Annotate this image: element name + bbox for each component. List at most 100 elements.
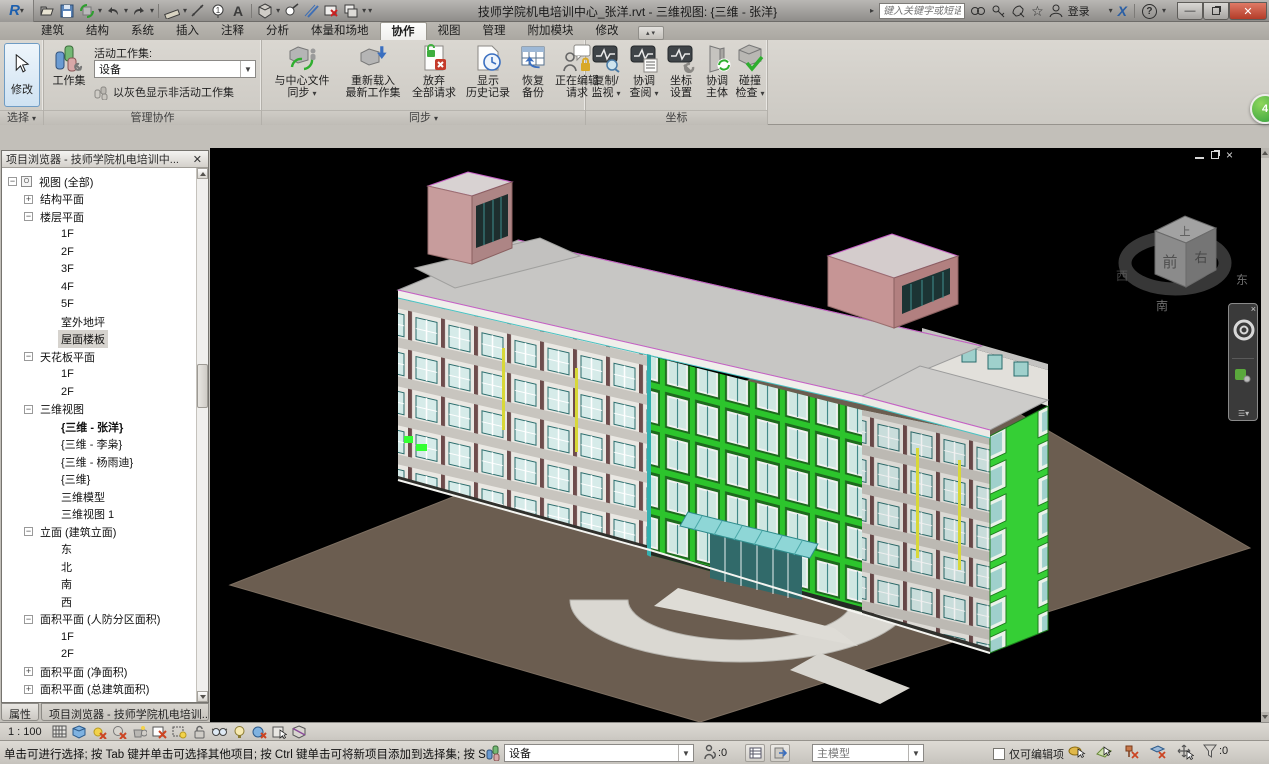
expand-icon[interactable]: + xyxy=(24,195,33,204)
notification-badge[interactable]: 4 xyxy=(1250,94,1269,124)
active-workset-dropdown[interactable]: 设备 ▼ xyxy=(94,60,256,78)
editable-only-checkbox[interactable]: 仅可编辑项 xyxy=(993,746,1064,762)
tree-item[interactable]: 三维模型 xyxy=(2,488,196,506)
navbar-menu-icon[interactable]: ☰▾ xyxy=(1238,409,1249,418)
panel-sync-label[interactable]: 同步 ▾ xyxy=(262,110,585,125)
tree-item[interactable]: −天花板平面 xyxy=(2,348,196,366)
scrollbar-thumb[interactable] xyxy=(197,364,208,408)
tree-item[interactable]: +面积平面 (净面积) xyxy=(2,663,196,681)
analytical-model-icon[interactable] xyxy=(291,724,308,739)
crop-view-icon[interactable] xyxy=(151,724,168,739)
navbar-close-icon[interactable]: × xyxy=(1251,304,1256,314)
selection-filter-button[interactable]: :0 xyxy=(1203,744,1228,758)
select-by-face-toggle[interactable] xyxy=(1149,744,1167,760)
worksets-dialog-button[interactable] xyxy=(745,744,765,762)
view-close-icon[interactable]: × xyxy=(1226,150,1233,160)
shadows-icon[interactable] xyxy=(111,724,128,739)
tree-item[interactable]: −O视图 (全部) xyxy=(2,173,196,191)
section-button[interactable] xyxy=(282,2,300,20)
sun-path-icon[interactable] xyxy=(91,724,108,739)
copy-monitor-button[interactable]: 复制/ 监视 ▾ xyxy=(588,43,624,99)
tab-architecture[interactable]: 建筑 xyxy=(30,22,75,40)
collapse-icon[interactable]: − xyxy=(24,352,33,361)
customize-qat-icon[interactable]: ▾ xyxy=(368,7,372,15)
model-3d-view[interactable]: 上 前 右 西 南 东 xyxy=(210,148,1261,722)
browser-tree[interactable]: −O视图 (全部)+结构平面−楼层平面1F2F3F4F5F室外地坪屋面楼板−天花… xyxy=(2,168,196,702)
undo-button[interactable] xyxy=(104,2,122,20)
text-button[interactable]: A xyxy=(229,2,247,20)
sync-with-central-button[interactable] xyxy=(78,2,96,20)
expand-icon[interactable]: + xyxy=(24,667,33,676)
close-hidden-windows-button[interactable] xyxy=(322,2,340,20)
collapse-icon[interactable]: − xyxy=(24,615,33,624)
chevron-down-icon[interactable]: ▾ xyxy=(150,7,154,15)
tab-view[interactable]: 视图 xyxy=(427,22,472,40)
lock-3d-view-icon[interactable] xyxy=(191,724,208,739)
view-cube[interactable]: 上 前 右 西 南 东 xyxy=(1116,216,1248,313)
rendering-dialog-icon[interactable] xyxy=(131,724,148,739)
tree-item[interactable]: {三维} xyxy=(2,471,196,489)
navigation-bar[interactable]: × ☰▾ xyxy=(1228,303,1258,421)
browser-scrollbar[interactable] xyxy=(196,168,208,702)
close-icon[interactable]: ✕ xyxy=(191,153,204,166)
exchange-apps-icon[interactable]: X xyxy=(1118,3,1127,19)
zoom-tool-icon[interactable] xyxy=(1234,366,1252,387)
show-history-button[interactable]: 显示 历史记录 xyxy=(462,43,514,99)
scroll-up-icon[interactable] xyxy=(197,168,208,179)
default-3d-view-button[interactable] xyxy=(256,2,274,20)
tree-item[interactable]: 1F xyxy=(2,366,196,384)
sign-in-label[interactable]: 登录 xyxy=(1068,3,1090,19)
close-button[interactable]: ✕ xyxy=(1229,2,1267,20)
tree-item[interactable]: 2F xyxy=(2,243,196,261)
scroll-up-icon[interactable] xyxy=(1261,148,1269,158)
tree-item[interactable]: −立面 (建筑立面) xyxy=(2,523,196,541)
chevron-down-icon[interactable]: ▾ xyxy=(276,7,280,15)
collapse-icon[interactable]: − xyxy=(24,527,33,536)
tab-structure[interactable]: 结构 xyxy=(75,22,120,40)
temporary-hide-isolate-icon[interactable] xyxy=(211,724,228,739)
expand-icon[interactable]: + xyxy=(24,685,33,694)
help-icon[interactable]: ? xyxy=(1142,4,1157,19)
save-button[interactable] xyxy=(58,2,76,20)
sign-in-person-icon[interactable] xyxy=(1049,4,1063,18)
design-option-dropdown[interactable]: 主模型 ▼ xyxy=(812,744,924,762)
tree-item[interactable]: 5F xyxy=(2,296,196,314)
crop-region-icon[interactable] xyxy=(171,724,188,739)
tab-manage[interactable]: 管理 xyxy=(472,22,517,40)
collapse-icon[interactable]: − xyxy=(24,405,33,414)
tree-item[interactable]: 屋面楼板 xyxy=(2,331,196,349)
tree-item[interactable]: 2F xyxy=(2,383,196,401)
tree-item[interactable]: 室外地坪 xyxy=(2,313,196,331)
tree-item[interactable]: {三维 - 李枭} xyxy=(2,436,196,454)
temporary-view-properties-icon[interactable] xyxy=(271,724,288,739)
view-scale-button[interactable]: 1 : 100 xyxy=(6,726,48,738)
chevron-down-icon[interactable]: ▾ xyxy=(124,7,128,15)
panel-select-label[interactable]: 选择 ▾ xyxy=(0,110,43,125)
reload-latest-button[interactable]: 重新载入 最新工作集 xyxy=(340,43,406,99)
tree-item[interactable]: 北 xyxy=(2,558,196,576)
chevron-down-icon[interactable]: ▾ xyxy=(1109,7,1113,15)
visual-style-icon[interactable] xyxy=(71,724,88,739)
chevron-down-icon[interactable]: ▾ xyxy=(183,7,187,15)
design-options-button[interactable] xyxy=(770,744,790,762)
worksharing-display-icon[interactable] xyxy=(251,724,268,739)
reveal-hidden-elements-icon[interactable] xyxy=(231,724,248,739)
coordination-settings-button[interactable]: 坐标 设置 xyxy=(664,43,698,99)
open-button[interactable] xyxy=(38,2,56,20)
communication-center-icon[interactable] xyxy=(1011,4,1026,18)
select-underlay-toggle[interactable] xyxy=(1095,744,1113,760)
steering-wheel-icon[interactable] xyxy=(1232,318,1256,345)
editing-requests-status[interactable]: :0 xyxy=(702,744,727,761)
search-input[interactable] xyxy=(879,3,965,19)
worksets-button[interactable]: 工作集 xyxy=(50,43,88,87)
tree-item[interactable]: 3F xyxy=(2,261,196,279)
redo-button[interactable] xyxy=(130,2,148,20)
tree-item[interactable]: 南 xyxy=(2,576,196,594)
tag-by-category-button[interactable]: 1 xyxy=(209,2,227,20)
tab-properties[interactable]: 属性 xyxy=(1,703,39,721)
tree-item[interactable]: 三维视图 1 xyxy=(2,506,196,524)
tab-massing-site[interactable]: 体量和场地 xyxy=(300,22,380,40)
tab-annotate[interactable]: 注释 xyxy=(210,22,255,40)
tree-item[interactable]: 4F xyxy=(2,278,196,296)
restore-backup-button[interactable]: 恢复 备份 xyxy=(516,43,550,99)
